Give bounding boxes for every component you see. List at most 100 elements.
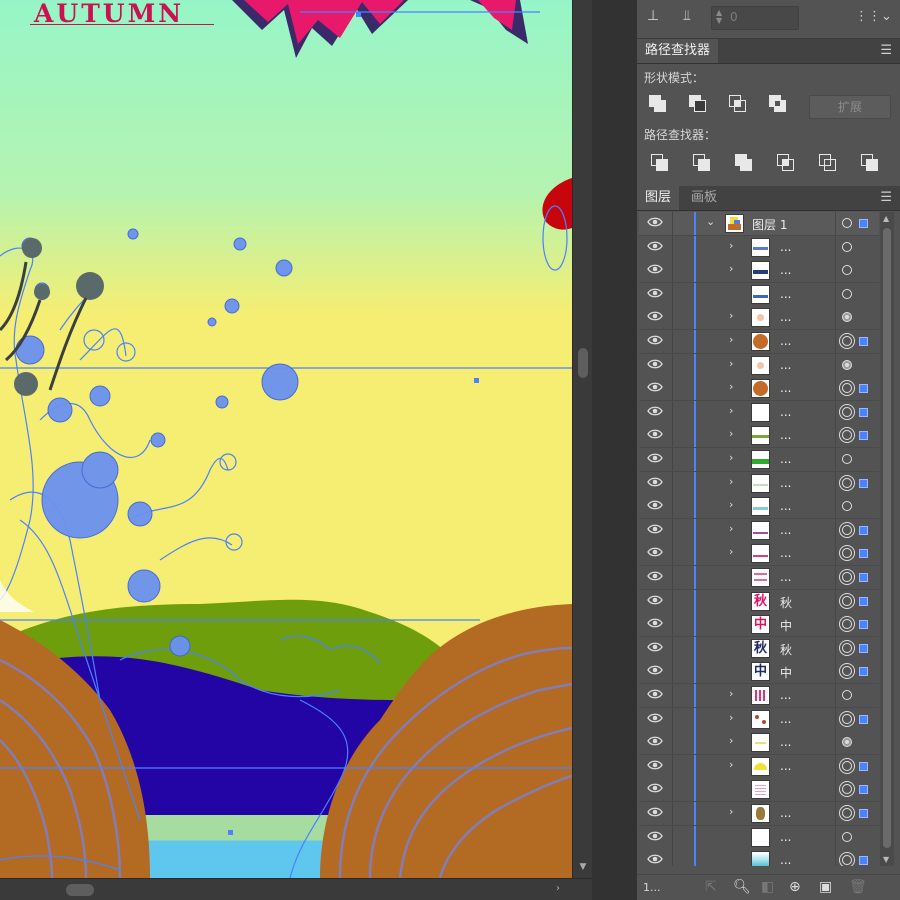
locate-object-icon[interactable]: 🔍︎ [733, 879, 751, 895]
expand-chevron-icon[interactable]: › [729, 545, 733, 558]
expand-chevron-icon[interactable]: › [729, 309, 733, 322]
tab-layers[interactable]: 图层 [637, 186, 680, 210]
target-circle-icon[interactable] [842, 572, 852, 582]
crop-icon[interactable] [777, 154, 799, 176]
target-circle-icon[interactable] [842, 241, 852, 252]
sublayer-row[interactable]: ›... [639, 471, 879, 496]
lock-column[interactable] [672, 707, 673, 731]
expand-chevron-icon[interactable]: › [729, 522, 733, 535]
layer-name[interactable]: 中 [780, 664, 792, 681]
artwork-illustration[interactable] [0, 0, 572, 878]
layer-name[interactable]: 图层 1 [752, 216, 787, 233]
target-circle-icon[interactable] [842, 690, 852, 700]
layers-menu-icon[interactable]: ☰ [880, 190, 892, 205]
sublayer-row[interactable]: ›... [639, 424, 879, 449]
visibility-eye-icon[interactable] [647, 240, 665, 254]
expand-chevron-icon[interactable]: › [729, 451, 733, 464]
canvas-horizontal-scrollbar[interactable]: › [0, 878, 592, 900]
sublayer-row[interactable]: ›... [639, 306, 879, 331]
sublayer-row[interactable]: 中中 [639, 613, 879, 638]
layers-scrollbar[interactable]: ▲ ▼ [880, 212, 894, 866]
lock-column[interactable] [672, 825, 673, 849]
visibility-eye-icon[interactable] [647, 782, 665, 796]
selection-square-icon[interactable] [859, 525, 868, 535]
vertical-scroll-thumb[interactable] [578, 348, 588, 378]
target-circle-icon[interactable] [842, 477, 852, 488]
minus-front-icon[interactable] [689, 95, 711, 117]
export-icon[interactable]: ⇱ [705, 879, 717, 895]
layer-name[interactable]: ... [780, 499, 791, 513]
expand-chevron-icon[interactable]: › [729, 427, 733, 440]
visibility-eye-icon[interactable] [647, 452, 665, 466]
selection-square-icon[interactable] [859, 620, 868, 630]
target-circle-icon[interactable] [842, 619, 852, 630]
horizontal-scroll-thumb[interactable] [66, 884, 94, 896]
new-sublayer-icon[interactable]: ⊕ [789, 879, 801, 895]
visibility-eye-icon[interactable] [647, 216, 665, 230]
sublayer-row[interactable]: ›... [639, 330, 879, 354]
target-circle-icon[interactable] [842, 288, 852, 299]
layer-name[interactable]: ... [780, 476, 791, 490]
target-circle-icon[interactable] [842, 336, 852, 346]
layers-scroll-thumb[interactable] [883, 228, 891, 848]
collapse-chevron-icon[interactable]: ⌄ [706, 215, 715, 228]
lock-column[interactable] [672, 330, 673, 353]
target-circle-icon[interactable] [842, 454, 852, 464]
unite-icon[interactable] [649, 95, 671, 117]
spacing-value[interactable]: 0 [730, 10, 738, 24]
visibility-eye-icon[interactable] [647, 759, 665, 773]
intersect-icon[interactable] [729, 95, 751, 117]
layer-name[interactable]: ... [780, 546, 791, 560]
selection-square-icon[interactable] [859, 667, 868, 677]
layer-name[interactable]: 中 [780, 617, 792, 634]
visibility-eye-icon[interactable] [647, 688, 665, 702]
lock-column[interactable] [672, 778, 673, 802]
expand-chevron-icon[interactable]: › [729, 687, 733, 700]
visibility-eye-icon[interactable] [647, 287, 665, 301]
align-to-menu-icon[interactable]: ⋮⋮⌄ [855, 9, 892, 24]
layer-name[interactable]: ... [780, 405, 791, 419]
artboard-canvas[interactable]: AUTUMN [0, 0, 572, 878]
expand-chevron-icon[interactable]: › [729, 711, 733, 724]
expand-chevron-icon[interactable]: › [729, 357, 733, 370]
visibility-eye-icon[interactable] [647, 617, 665, 631]
target-circle-icon[interactable] [842, 808, 852, 818]
lock-column[interactable] [672, 613, 673, 637]
layer-name[interactable]: 秋 [780, 641, 792, 658]
exclude-icon[interactable] [769, 95, 791, 117]
selection-square-icon[interactable] [859, 714, 868, 724]
new-layer-icon[interactable]: ▣ [819, 879, 832, 895]
lock-column[interactable] [672, 212, 673, 235]
scroll-down-arrow-icon[interactable]: ▼ [577, 862, 589, 872]
expand-chevron-icon[interactable]: › [729, 498, 733, 511]
layer-row-top[interactable]: ⌄ 图层 1 [639, 212, 879, 236]
sublayer-row[interactable] [639, 778, 879, 803]
layer-name[interactable]: ... [780, 381, 791, 395]
lock-column[interactable] [672, 518, 673, 542]
lock-column[interactable] [672, 802, 673, 825]
selection-square-icon[interactable] [859, 573, 868, 582]
target-circle-icon[interactable] [842, 501, 852, 512]
selection-square-icon[interactable] [859, 219, 868, 228]
merge-icon[interactable] [735, 154, 757, 176]
target-circle-icon[interactable] [842, 383, 852, 394]
lock-column[interactable] [672, 660, 673, 684]
minus-back-icon[interactable] [861, 154, 883, 176]
selection-square-icon[interactable] [859, 478, 868, 488]
layer-name[interactable]: ... [780, 428, 791, 442]
visibility-eye-icon[interactable] [647, 806, 665, 820]
tab-artboards[interactable]: 画板 [683, 186, 725, 210]
visibility-eye-icon[interactable] [647, 263, 665, 277]
sublayer-row[interactable]: ›... [639, 684, 879, 708]
delete-layer-icon[interactable]: 🗑︎ [849, 879, 867, 895]
lock-column[interactable] [672, 400, 673, 424]
layer-name[interactable]: 秋 [780, 594, 792, 611]
sublayer-row[interactable]: ... [639, 282, 879, 307]
layer-name[interactable]: ... [780, 263, 791, 277]
sublayer-row[interactable]: ›... [639, 542, 879, 567]
tab-pathfinder[interactable]: 路径查找器 [637, 39, 719, 63]
expand-chevron-icon[interactable]: › [729, 239, 733, 252]
lock-column[interactable] [672, 495, 673, 519]
visibility-eye-icon[interactable] [647, 476, 665, 490]
target-circle-icon[interactable] [842, 784, 852, 795]
